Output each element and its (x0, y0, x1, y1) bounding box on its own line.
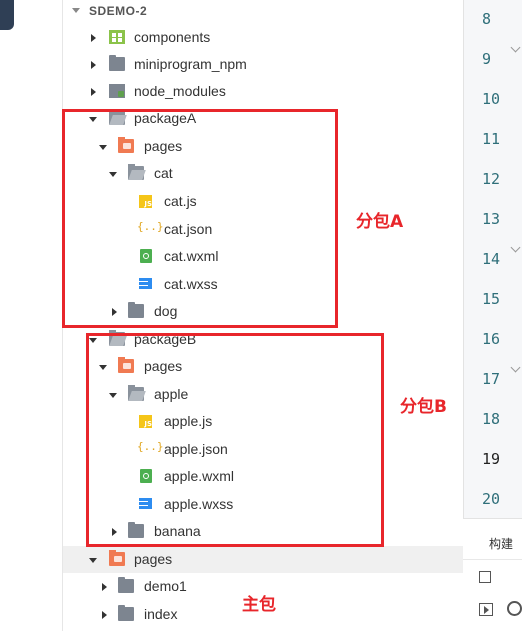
select-cursor-icon[interactable] (479, 571, 491, 583)
tree-item-miniprogram-npm[interactable]: miniprogram_npm (63, 51, 464, 78)
line-number: 10 (482, 90, 501, 108)
chevron-right-icon (91, 61, 96, 69)
root-folder-label: SDEMO-2 (89, 4, 148, 18)
subpackage-a-highlight (62, 109, 338, 328)
play-panel-icon[interactable] (479, 603, 493, 616)
chevron-down-icon (89, 558, 97, 563)
chevron-right-icon (102, 611, 107, 619)
line-number: 18 (482, 410, 501, 428)
line-number: 14 (482, 250, 501, 268)
tree-item-node-modules[interactable]: node_modules (63, 78, 464, 105)
line-number: 8 (482, 10, 492, 28)
line-number-active: 19 (482, 450, 501, 468)
line-number: 11 (482, 130, 501, 148)
pages-folder-icon (109, 550, 125, 566)
tree-item-components[interactable]: components (63, 24, 464, 51)
activity-bar (0, 0, 62, 631)
line-number: 15 (482, 290, 501, 308)
tree-item-label: miniprogram_npm (134, 56, 247, 72)
fold-chevron-icon[interactable] (510, 42, 521, 53)
divider (463, 559, 522, 560)
folder-icon (109, 55, 125, 71)
line-number: 12 (482, 170, 501, 188)
bottom-panel: 构建 (463, 518, 522, 632)
chevron-down-icon (72, 8, 80, 13)
subpackage-b-annotation: 分包B (400, 397, 447, 417)
tree-item-label: pages (134, 551, 173, 567)
stop-icon[interactable] (507, 601, 522, 616)
tree-item-label: components (134, 29, 211, 45)
line-number: 20 (482, 490, 501, 508)
components-folder-icon (109, 30, 125, 44)
chevron-right-icon (91, 34, 96, 42)
avatar[interactable] (0, 0, 14, 30)
tree-item-label: node_modules (134, 83, 226, 99)
node-folder-icon (109, 84, 125, 98)
subpackage-b-highlight (86, 333, 384, 547)
fold-chevron-icon[interactable] (510, 242, 521, 253)
chevron-right-icon (91, 88, 96, 96)
tree-item-main-pages[interactable]: pages (63, 546, 464, 573)
folder-icon (118, 605, 134, 621)
line-number: 16 (482, 330, 501, 348)
line-number: 9 (482, 50, 492, 68)
tree-item-label: index (144, 606, 178, 622)
chevron-right-icon (102, 583, 107, 591)
fold-chevron-icon[interactable] (510, 362, 521, 373)
tree-item-label: demo1 (144, 578, 187, 594)
tab-build[interactable]: 构建 (489, 535, 513, 552)
folder-icon (118, 577, 134, 593)
line-number: 17 (482, 370, 501, 388)
main-package-annotation: 主包 (242, 595, 276, 615)
explorer-root[interactable]: SDEMO-2 (63, 0, 464, 24)
line-number: 13 (482, 210, 501, 228)
subpackage-a-annotation: 分包A (356, 212, 404, 232)
